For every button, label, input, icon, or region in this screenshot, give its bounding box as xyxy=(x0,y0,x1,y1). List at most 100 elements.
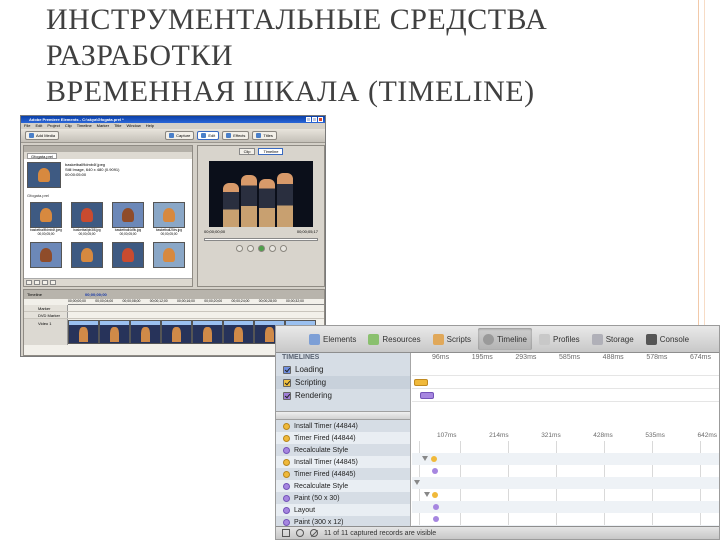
media-item[interactable] xyxy=(151,242,187,279)
menu-title[interactable]: Title xyxy=(114,123,121,129)
media-item-duration: 00;00;05;00 xyxy=(37,232,55,236)
menu-marker[interactable]: Marker xyxy=(97,123,109,129)
new-item-icon[interactable] xyxy=(42,280,48,285)
tab-clip[interactable]: Clip xyxy=(238,148,256,155)
play-icon[interactable] xyxy=(257,245,265,252)
timeline-clip[interactable] xyxy=(99,320,130,344)
record-item[interactable]: Recalculate Style xyxy=(276,444,410,456)
effects-button[interactable]: Effects xyxy=(222,131,250,140)
category-scripting-label: Scripting xyxy=(295,378,327,387)
checkbox-icon[interactable] xyxy=(283,365,291,374)
media-thumbnail xyxy=(71,202,103,228)
record-row[interactable] xyxy=(412,441,719,453)
tab-console[interactable]: Console xyxy=(641,328,694,350)
tab-timeline[interactable]: Timeline xyxy=(478,328,532,350)
media-item[interactable] xyxy=(110,242,146,279)
edit-button[interactable]: Edit xyxy=(197,131,220,140)
menu-clip[interactable]: Clip xyxy=(65,123,72,129)
clear-icon[interactable] xyxy=(310,529,318,537)
ruler-tick: 00;00;24;00 xyxy=(231,299,250,303)
timeline-clip[interactable] xyxy=(223,320,254,344)
checkbox-icon[interactable] xyxy=(283,378,291,387)
checkbox-icon[interactable] xyxy=(283,391,291,400)
add-media-button[interactable]: Add Media xyxy=(25,131,60,140)
media-project-tab[interactable]: Gfogata.prel xyxy=(27,152,58,159)
menu-project[interactable]: Project xyxy=(47,123,59,129)
tab-profiles[interactable]: Profiles xyxy=(534,328,585,350)
record-item[interactable]: Install Timer (44844) xyxy=(276,420,410,432)
record-bars: 107ms 214ms 321ms 428ms 535ms 642ms xyxy=(412,431,719,539)
category-loading[interactable]: Loading xyxy=(276,363,410,376)
step-forward-icon[interactable] xyxy=(268,245,276,252)
record-item[interactable]: Install Timer (44845) xyxy=(276,456,410,468)
menu-help[interactable]: Help xyxy=(146,123,154,129)
video-frame-figure xyxy=(259,179,275,227)
timeline-clip[interactable] xyxy=(161,320,192,344)
media-item[interactable] xyxy=(28,242,64,279)
overview-scripting-row[interactable] xyxy=(412,376,719,389)
tab-storage[interactable]: Storage xyxy=(587,328,639,350)
tab-elements[interactable]: Elements xyxy=(304,328,361,350)
record-item[interactable]: Timer Fired (44844) xyxy=(276,432,410,444)
category-scripting[interactable]: Scripting xyxy=(276,376,410,389)
menu-edit[interactable]: Edit xyxy=(35,123,42,129)
capture-button[interactable]: Capture xyxy=(165,131,195,140)
category-rendering[interactable]: Rendering xyxy=(276,389,410,402)
media-item[interactable]: basketball4d9k.jpg 00;00;05;00 xyxy=(110,202,146,239)
record-row[interactable] xyxy=(412,489,719,501)
tab-resources[interactable]: Resources xyxy=(363,328,425,350)
preview-info: basketball9dmb4f.jpeg Still Image, 640 x… xyxy=(65,162,119,188)
record-row[interactable] xyxy=(412,513,719,525)
video-track-label: Video 1 xyxy=(24,319,68,345)
record-row[interactable] xyxy=(412,465,719,477)
record-item[interactable]: Recalculate Style xyxy=(276,480,410,492)
marker-track-body[interactable] xyxy=(68,305,324,311)
menu-file[interactable]: File xyxy=(24,123,30,129)
media-item[interactable]: basketball25bv.jpg 00;00;05;00 xyxy=(151,202,187,239)
record-row[interactable] xyxy=(412,477,719,489)
media-item[interactable] xyxy=(69,242,105,279)
record-item[interactable]: Timer Fired (44845) xyxy=(276,468,410,480)
tab-elements-label: Elements xyxy=(323,334,357,344)
list-view-icon[interactable] xyxy=(26,280,32,285)
monitor-scrubber[interactable] xyxy=(204,238,318,241)
timeline-clip[interactable] xyxy=(130,320,161,344)
rewind-icon[interactable] xyxy=(235,245,243,252)
record-item[interactable]: Layout xyxy=(276,504,410,516)
media-thumbnail xyxy=(112,202,144,228)
overview-loading-row[interactable] xyxy=(412,363,719,376)
menu-timeline[interactable]: Timeline xyxy=(77,123,92,129)
tab-scripts[interactable]: Scripts xyxy=(428,328,476,350)
record-icon[interactable] xyxy=(296,529,304,537)
media-item-duration: 00;00;05;00 xyxy=(119,232,137,236)
record-label: Paint (50 x 30) xyxy=(294,494,340,502)
close-icon[interactable] xyxy=(318,117,323,122)
icon-view-icon[interactable] xyxy=(34,280,40,285)
trash-icon[interactable] xyxy=(50,280,56,285)
maximize-icon[interactable] xyxy=(312,117,317,122)
media-grid: basketball9dmb4f.jpeg 00;00;05;00 basket… xyxy=(24,200,192,281)
media-item[interactable]: basketballpb3l8.jpg 00;00;05;00 xyxy=(69,202,105,239)
timeline-clip[interactable] xyxy=(68,320,99,344)
dock-icon[interactable] xyxy=(282,529,290,537)
dvd-marker-track-body[interactable] xyxy=(68,312,324,318)
sidebar-divider[interactable] xyxy=(276,411,410,420)
add-media-icon xyxy=(29,133,34,138)
media-item-duration: 00;00;05;00 xyxy=(78,232,96,236)
overview-rendering-row[interactable] xyxy=(412,389,719,402)
record-item[interactable]: Paint (50 x 30) xyxy=(276,492,410,504)
records-tick: 642ms xyxy=(697,432,717,439)
timeline-clip[interactable] xyxy=(192,320,223,344)
media-thumbnail xyxy=(71,242,103,268)
titles-button[interactable]: Titles xyxy=(252,131,277,140)
record-row[interactable] xyxy=(412,453,719,465)
step-back-icon[interactable] xyxy=(246,245,254,252)
record-row[interactable] xyxy=(412,501,719,513)
menu-window[interactable]: Window xyxy=(127,123,141,129)
tab-timeline[interactable]: Timeline xyxy=(258,148,284,155)
monitor-panel: Clip Timeline 00;00;00;00 00;00;05;17 xyxy=(197,145,325,287)
minimize-icon[interactable] xyxy=(306,117,311,122)
ruler-tick: 00;00;32;00 xyxy=(286,299,304,303)
media-item[interactable]: basketball9dmb4f.jpeg 00;00;05;00 xyxy=(28,202,64,239)
fast-forward-icon[interactable] xyxy=(279,245,287,252)
